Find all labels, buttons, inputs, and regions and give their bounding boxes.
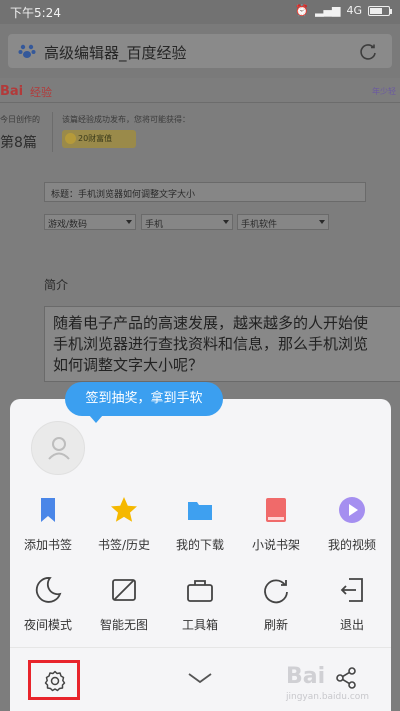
address-bar[interactable]: 高级编辑器_百度经验 <box>8 34 392 68</box>
top-link[interactable]: 年少轻 <box>372 86 396 97</box>
exit-button[interactable]: 退出 <box>314 575 390 633</box>
menu-item-label: 我的下载 <box>175 538 224 552</box>
watermark-logo: Bai <box>286 664 326 689</box>
my-videos-button[interactable]: 我的视频 <box>314 495 390 553</box>
folder-icon <box>188 502 212 520</box>
menu-item-label: 智能无图 <box>99 618 148 632</box>
menu-row-secondary: 夜间模式 智能无图 工具箱 刷新 退出 <box>10 575 391 633</box>
select-value: 手机 <box>145 220 164 230</box>
intro-textarea[interactable]: 随着电子产品的高速发展，越来越多的人开始使 手机浏览器进行查找资料和信息，那么手… <box>44 306 400 382</box>
select-value: 手机软件 <box>241 220 278 230</box>
menu-item-label: 刷新 <box>263 618 288 632</box>
dropdown-arrow-icon <box>126 220 132 224</box>
user-icon <box>48 437 70 460</box>
play-icon <box>339 497 365 523</box>
toolbox-icon <box>187 580 213 602</box>
refresh-icon <box>264 579 288 604</box>
status-icons: ⏰ ▂▄▆ 4G <box>295 4 392 17</box>
avatar[interactable] <box>31 421 85 475</box>
exit-icon <box>340 578 363 602</box>
browser-toolbar: 高级编辑器_百度经验 <box>0 24 400 78</box>
refresh-button[interactable]: 刷新 <box>238 575 314 633</box>
menu-item-label: 工具箱 <box>181 618 218 632</box>
menu-item-label: 小说书架 <box>251 538 300 552</box>
menu-row-primary: 添加书签 书签/历史 我的下载 小说书架 我的视频 <box>10 495 391 553</box>
today-label: 今日创作的 <box>0 115 40 124</box>
chevron-down-icon[interactable] <box>186 666 214 690</box>
reload-icon[interactable] <box>358 41 378 61</box>
toolbox-button[interactable]: 工具箱 <box>162 575 238 633</box>
category-select-3[interactable]: 手机软件 <box>237 214 329 230</box>
menu-item-label: 退出 <box>339 618 364 632</box>
bookmarks-history-button[interactable]: 书签/历史 <box>86 495 162 553</box>
site-logo-suffix: 经验 <box>30 86 52 99</box>
watermark-url: jingyan.baidu.com <box>286 692 370 702</box>
sign-in-tip[interactable]: 签到抽奖，拿到手软 <box>65 382 223 423</box>
divider <box>0 102 400 103</box>
no-image-mode-button[interactable]: 智能无图 <box>86 575 162 633</box>
add-bookmark-button[interactable]: 添加书签 <box>10 495 86 553</box>
coin-icon <box>65 133 76 144</box>
site-logo: Bai <box>0 84 24 99</box>
dropdown-arrow-icon <box>223 220 229 224</box>
category-select-1[interactable]: 游戏/数码 <box>44 214 136 230</box>
title-field[interactable]: 标题：手机浏览器如何调整文字大小 <box>44 182 366 202</box>
status-bar: 下午5:24 ⏰ ▂▄▆ 4G <box>0 0 400 24</box>
paw-icon <box>18 44 36 58</box>
status-time: 下午5:24 <box>10 6 61 20</box>
today-count: 第8篇 <box>0 135 37 151</box>
gear-icon <box>44 670 66 692</box>
menu-item-label: 夜间模式 <box>23 618 72 632</box>
reward-text: 20财富值 <box>78 134 113 143</box>
publish-note: 该篇经验成功发布，您将可能获得： <box>62 115 190 124</box>
star-icon <box>111 497 137 522</box>
browser-menu-sheet: 添加书签 书签/历史 我的下载 小说书架 我的视频 夜间模式 智能无图 工具箱 … <box>10 399 391 711</box>
night-mode-button[interactable]: 夜间模式 <box>10 575 86 633</box>
moon-icon <box>35 577 62 603</box>
bookmark-icon <box>41 498 55 522</box>
dropdown-arrow-icon <box>319 220 325 224</box>
menu-footer: Bai jingyan.baidu.com <box>10 647 391 711</box>
menu-item-label: 我的视频 <box>327 538 376 552</box>
novel-shelf-button[interactable]: 小说书架 <box>238 495 314 553</box>
settings-button[interactable] <box>28 660 80 700</box>
divider <box>52 112 53 152</box>
page-title: 高级编辑器_百度经验 <box>44 44 187 62</box>
book-icon <box>266 498 286 522</box>
reward-badge: 20财富值 <box>62 130 136 148</box>
share-icon[interactable] <box>334 666 358 690</box>
intro-label: 简介 <box>44 278 69 292</box>
network-type: 4G <box>346 4 362 17</box>
alarm-icon: ⏰ <box>295 4 310 17</box>
category-select-2[interactable]: 手机 <box>141 214 233 230</box>
downloads-button[interactable]: 我的下载 <box>162 495 238 553</box>
signal-icon: ▂▄▆ <box>315 4 341 17</box>
select-value: 游戏/数码 <box>48 220 88 230</box>
menu-item-label: 添加书签 <box>23 538 72 552</box>
no-image-icon <box>112 579 136 601</box>
menu-item-label: 书签/历史 <box>97 538 151 552</box>
battery-icon <box>368 5 392 16</box>
